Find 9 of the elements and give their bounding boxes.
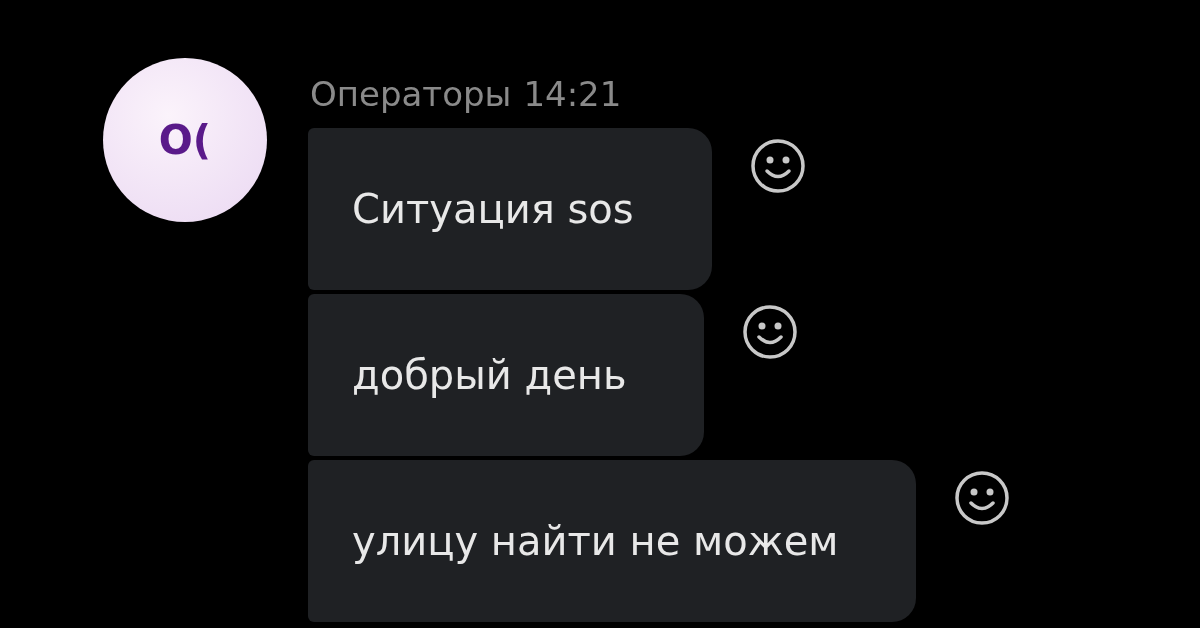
avatar: O( — [103, 58, 267, 222]
message-bubble: улицу найти не можем — [308, 460, 917, 622]
message-bubble: Ситуация sos — [308, 128, 712, 290]
emoji-reaction-icon[interactable] — [742, 304, 799, 360]
sender-name: Операторы — [310, 73, 512, 116]
emoji-reaction-icon[interactable] — [749, 138, 806, 194]
message-time: 14:21 — [523, 73, 622, 116]
emoji-reaction-icon[interactable] — [954, 470, 1011, 526]
message-bubble: добрый день — [308, 294, 705, 456]
